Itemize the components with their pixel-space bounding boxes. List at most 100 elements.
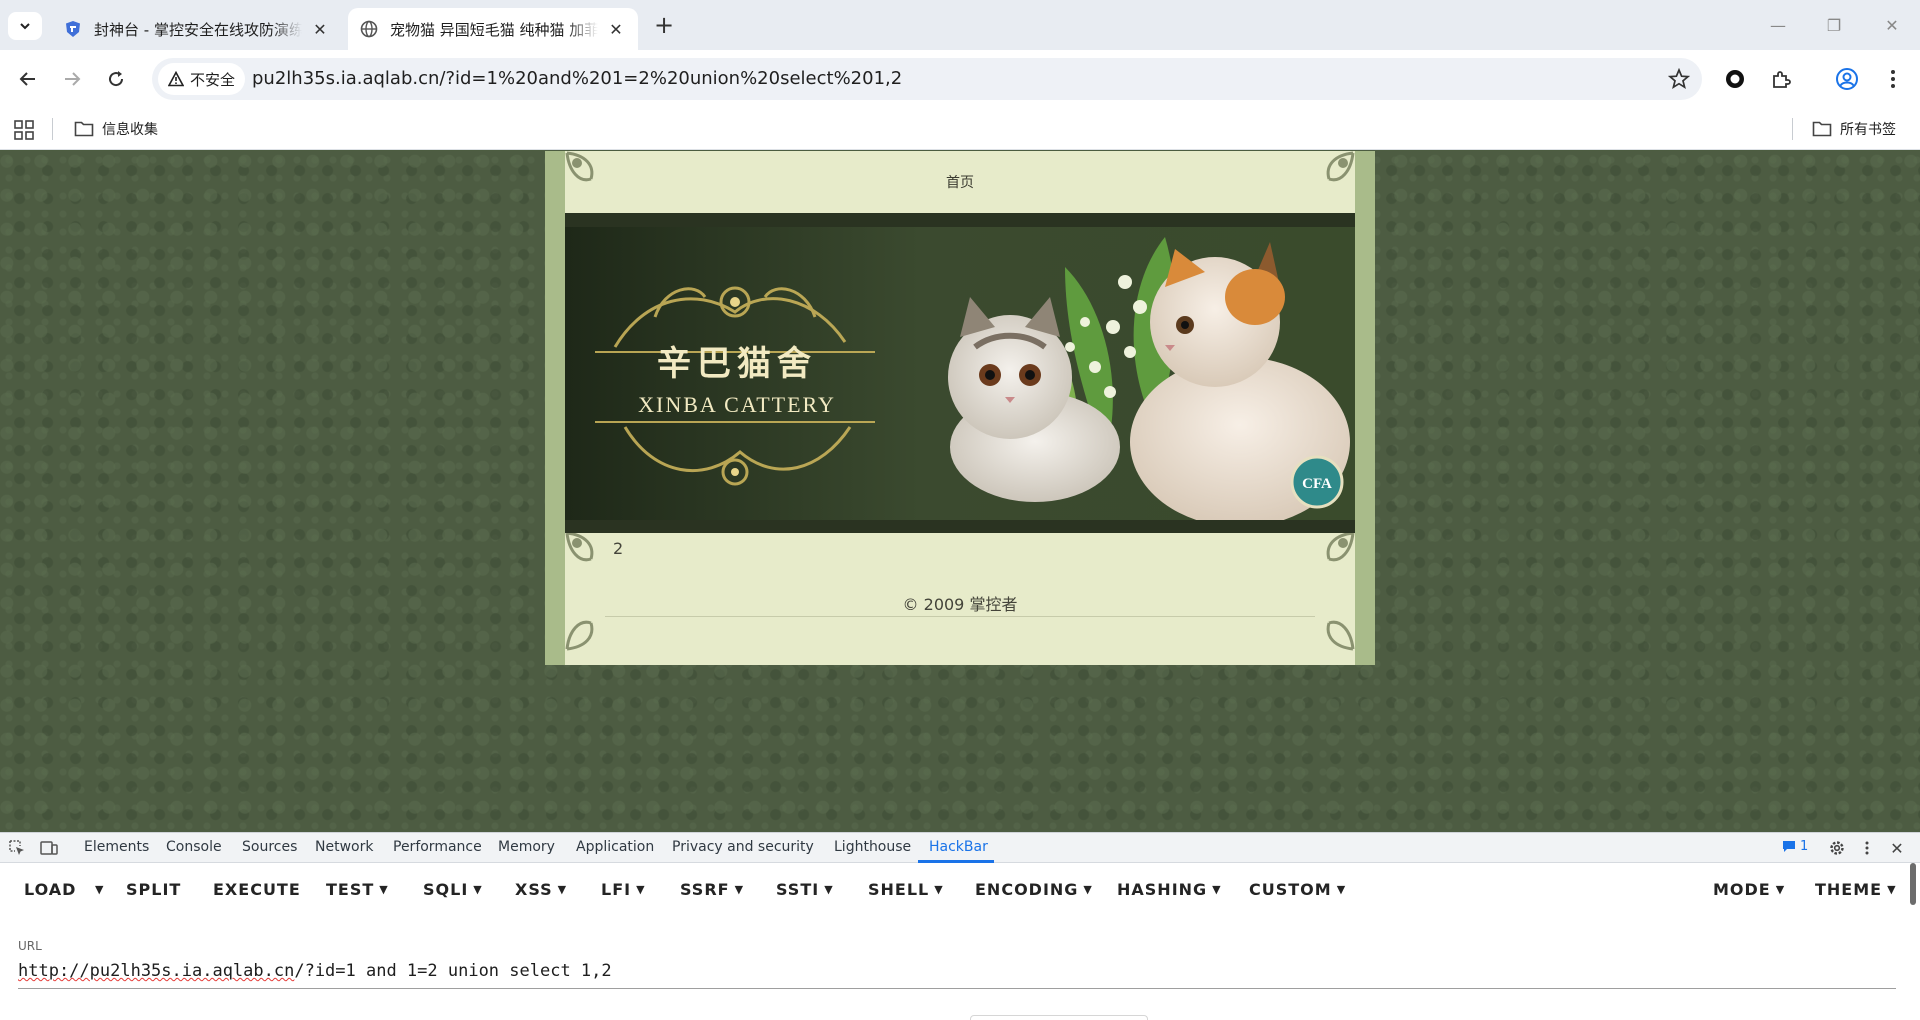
caret-down-icon: ▼	[1083, 883, 1093, 896]
kebab-menu-icon[interactable]	[1880, 66, 1906, 92]
settings-gear-icon[interactable]	[1828, 839, 1846, 857]
issues-counter[interactable]: 1	[1782, 839, 1808, 854]
devtools-tab-hackbar[interactable]: HackBar	[929, 839, 988, 855]
caret-down-icon: ▼	[824, 883, 834, 896]
scrollbar-thumb[interactable]	[1910, 863, 1916, 905]
bookmark-folder-all[interactable]: 所有书签	[1812, 119, 1896, 139]
tab-cattery[interactable]: 宠物猫 异国短毛猫 纯种猫 加菲猫 ✕	[348, 8, 638, 50]
hackbar-toolbar: LOAD ▼ SPLIT EXECUTE TEST ▼ SQLI ▼ XSS ▼ LF…	[0, 863, 1920, 915]
devtools-tab-application[interactable]: Application	[576, 839, 654, 855]
caret-down-icon: ▼	[95, 883, 105, 896]
caret-down-icon: ▼	[734, 883, 745, 896]
footer-copyright: © 2009 掌控者	[902, 595, 1018, 614]
url-text[interactable]: pu2lh35s.ia.aqlab.cn/?id=1%20and%201=2%2…	[252, 68, 902, 89]
restore-icon[interactable]: ❐	[1806, 0, 1862, 50]
device-toolbar-icon[interactable]	[40, 839, 58, 857]
browser-toolbar: 不安全 pu2lh35s.ia.aqlab.cn/?id=1%20and%201…	[0, 50, 1920, 108]
page-viewport: 首页 辛巴猫舍 XINBA CATTERY CFA 2 © 2009 掌控者	[0, 151, 1920, 832]
cfa-badge: CFA	[1290, 455, 1344, 509]
banner-frame: 辛巴猫舍 XINBA CATTERY CFA	[565, 213, 1355, 533]
hackbar-body-field[interactable]	[970, 1015, 1148, 1020]
hackbar-test-menu[interactable]: TEST ▼	[326, 880, 389, 899]
folder-icon	[74, 121, 94, 137]
caret-down-icon: ▼	[1212, 883, 1222, 896]
address-bar[interactable]: 不安全 pu2lh35s.ia.aqlab.cn/?id=1%20and%201…	[152, 58, 1702, 100]
hackbar-xss-menu[interactable]: XSS ▼	[515, 880, 567, 899]
inspect-element-icon[interactable]	[8, 839, 26, 857]
devtools-tab-elements[interactable]: Elements	[84, 839, 149, 855]
bookmark-label: 信息收集	[102, 122, 158, 138]
devtools-tab-network[interactable]: Network	[315, 839, 373, 855]
hackbar-load-button[interactable]: LOAD	[24, 880, 76, 899]
extension-record-icon[interactable]	[1722, 66, 1748, 92]
hackbar-execute-button[interactable]: EXECUTE	[213, 880, 301, 899]
new-tab-button[interactable]: +	[650, 12, 678, 40]
caret-down-icon: ▼	[934, 883, 944, 896]
bookmark-folder-info[interactable]: 信息收集	[74, 119, 158, 139]
apps-grid-icon[interactable]	[14, 120, 34, 140]
caret-down-icon: ▼	[1887, 883, 1897, 896]
devtools-tab-lighthouse[interactable]: Lighthouse	[834, 839, 911, 855]
hackbar-ssrf-menu[interactable]: SSRF ▼	[680, 880, 744, 899]
security-label: 不安全	[190, 70, 236, 89]
security-chip[interactable]: 不安全	[158, 63, 246, 95]
caret-down-icon: ▼	[636, 883, 646, 896]
arrow-right-icon	[65, 72, 81, 86]
devtools-tab-memory[interactable]: Memory	[498, 839, 555, 855]
reload-button[interactable]	[100, 63, 132, 95]
bookmarks-bar: 信息收集 所有书签	[0, 108, 1920, 150]
hackbar-custom-menu[interactable]: CUSTOM ▼	[1249, 880, 1346, 899]
devtools-tab-sources[interactable]: Sources	[242, 839, 297, 855]
site-container: 首页 辛巴猫舍 XINBA CATTERY CFA 2 © 2009 掌控者	[545, 151, 1375, 665]
url-host: http://pu2lh35s.ia.aqlab.cn	[18, 961, 295, 981]
devtools-tabbar: Elements Console Sources Network Perform…	[0, 833, 1920, 863]
hackbar-sqli-menu[interactable]: SQLI ▼	[423, 880, 483, 899]
folder-icon	[1812, 121, 1832, 137]
minimize-icon[interactable]: —	[1750, 0, 1806, 50]
extensions-puzzle-icon[interactable]	[1768, 66, 1794, 92]
input-underline	[18, 988, 1896, 989]
close-icon[interactable]: ✕	[310, 19, 330, 39]
devtools-tab-console[interactable]: Console	[166, 839, 222, 855]
nav-link-home[interactable]: 首页	[946, 172, 974, 192]
devtools-tab-performance[interactable]: Performance	[393, 839, 482, 855]
tab-search-button[interactable]	[8, 12, 42, 40]
hackbar-split-button[interactable]: SPLIT	[126, 880, 181, 899]
hackbar-theme-menu[interactable]: THEME ▼	[1815, 880, 1897, 899]
close-window-icon[interactable]: ✕	[1864, 0, 1920, 50]
devtools-panel: Elements Console Sources Network Perform…	[0, 832, 1920, 1020]
hackbar-hashing-menu[interactable]: HASHING ▼	[1117, 880, 1222, 899]
divider	[1792, 118, 1793, 140]
back-button[interactable]	[12, 63, 44, 95]
hackbar-ssti-menu[interactable]: SSTI ▼	[776, 880, 834, 899]
close-icon[interactable]: ✕	[606, 19, 626, 39]
profile-icon[interactable]	[1834, 66, 1860, 92]
forward-button[interactable]	[56, 63, 88, 95]
cattery-banner: 辛巴猫舍 XINBA CATTERY CFA	[565, 227, 1355, 520]
tab-title: 宠物猫 异国短毛猫 纯种猫 加菲猫	[390, 20, 598, 39]
star-icon[interactable]	[1668, 68, 1690, 90]
caret-down-icon: ▼	[473, 883, 483, 896]
query-result-value: 2	[613, 539, 624, 558]
site-content: 首页 辛巴猫舍 XINBA CATTERY CFA 2 © 2009 掌控者	[565, 151, 1355, 665]
url-path: /?id=1 and 1=2 union select 1,2	[294, 961, 612, 981]
hackbar-mode-menu[interactable]: MODE ▼	[1713, 880, 1785, 899]
more-options-icon[interactable]	[1858, 839, 1876, 857]
site-nav: 首页	[565, 151, 1355, 213]
warning-icon	[168, 71, 184, 87]
globe-icon	[360, 20, 378, 38]
caret-down-icon: ▼	[557, 883, 568, 896]
close-devtools-icon[interactable]: ✕	[1888, 839, 1906, 858]
arrow-left-icon	[19, 72, 35, 86]
hackbar-shell-menu[interactable]: SHELL ▼	[868, 880, 944, 899]
tab-fengshentai[interactable]: 封神台 - 掌控安全在线攻防演练靶场 ✕	[52, 8, 342, 50]
hackbar-load-dropdown[interactable]: ▼	[90, 880, 104, 899]
bookmark-label: 所有书签	[1840, 122, 1896, 138]
devtools-tab-privacy[interactable]: Privacy and security	[672, 839, 814, 855]
tab-title: 封神台 - 掌控安全在线攻防演练靶场	[94, 20, 302, 39]
hackbar-lfi-menu[interactable]: LFI ▼	[601, 880, 646, 899]
hackbar-encoding-menu[interactable]: ENCODING ▼	[975, 880, 1093, 899]
reload-icon	[109, 71, 124, 87]
ornament-corner	[565, 531, 594, 562]
hackbar-url-input[interactable]: http://pu2lh35s.ia.aqlab.cn/?id=1 and 1=…	[18, 961, 612, 981]
